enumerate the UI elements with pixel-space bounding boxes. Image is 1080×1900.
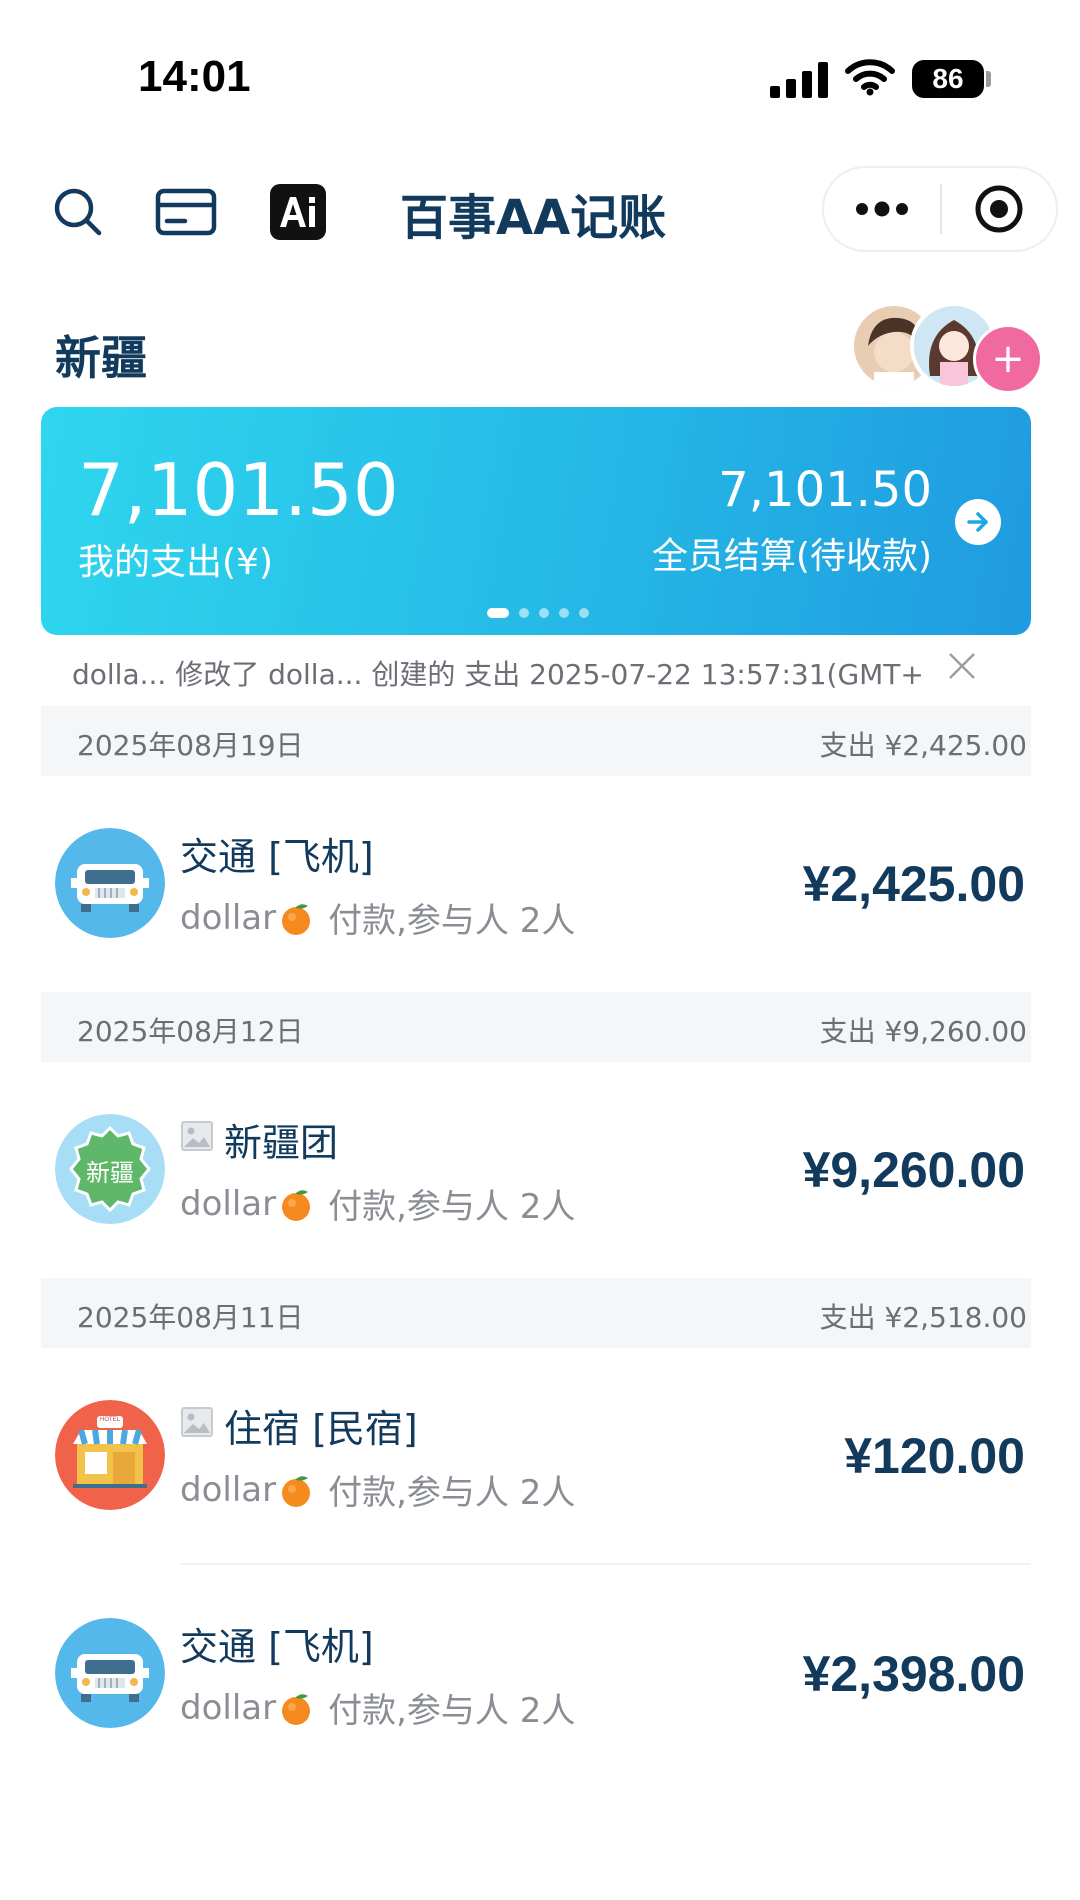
expense-subtitle: dollar 付款,参与人 2人	[180, 893, 575, 942]
expense-amount: ¥120.00	[844, 1428, 1025, 1484]
image-icon	[180, 1404, 214, 1448]
card-pagination	[487, 608, 589, 618]
status-time: 14:01	[138, 52, 251, 101]
hotel-sign-label: HOTEL	[99, 1417, 120, 1423]
payment-detail: 付款,参与人 2人	[328, 1691, 576, 1731]
payer-name: dollar	[180, 1469, 277, 1510]
page-dot-active	[487, 608, 509, 618]
orange-emoji-icon	[278, 900, 314, 936]
my-expense-label: 我的支出(¥)	[78, 542, 273, 583]
add-member-button[interactable]: +	[973, 324, 1043, 394]
expense-title-text: 新疆团	[224, 1121, 339, 1165]
more-icon[interactable]	[852, 196, 912, 222]
settlement-amount: 7,101.50	[718, 462, 932, 518]
orange-emoji-icon	[278, 1472, 314, 1508]
image-icon	[180, 1118, 214, 1162]
capsule-divider	[940, 184, 942, 234]
page-title: 百事AA记账	[400, 190, 667, 246]
card-icon[interactable]	[155, 188, 217, 236]
date-label: 2025年08月11日	[77, 1301, 304, 1334]
payment-detail: 付款,参与人 2人	[328, 1473, 576, 1513]
date-total: 支出 ¥2,518.00	[819, 1301, 1027, 1334]
expense-title[interactable]: 交通 [飞机]	[180, 826, 374, 881]
expense-subtitle: dollar 付款,参与人 2人	[180, 1465, 575, 1514]
page-dot	[539, 608, 549, 618]
page-dot	[559, 608, 569, 618]
expense-title[interactable]: 住宿 [民宿]	[180, 1398, 418, 1453]
expense-subtitle: dollar 付款,参与人 2人	[180, 1179, 575, 1228]
expense-amount: ¥9,260.00	[802, 1142, 1025, 1198]
payer-name: dollar	[180, 1687, 277, 1728]
search-icon[interactable]	[52, 186, 104, 238]
arrow-right-icon[interactable]	[955, 499, 1001, 545]
expense-title-text: 交通 [飞机]	[180, 1625, 374, 1669]
expense-title-text: 住宿 [民宿]	[224, 1407, 418, 1451]
my-expense-amount: 7,101.50	[78, 448, 399, 532]
expense-title-text: 交通 [飞机]	[180, 835, 374, 879]
car-icon	[55, 1618, 165, 1728]
row-divider	[180, 1563, 1031, 1565]
expense-title[interactable]: 新疆团	[180, 1112, 338, 1167]
activity-notice[interactable]: dolla... 修改了 dolla... 创建的 支出 2025-07-22 …	[72, 653, 942, 693]
close-icon[interactable]	[946, 650, 978, 686]
battery-tip	[986, 71, 991, 87]
wifi-icon	[845, 58, 895, 100]
expense-subtitle: dollar 付款,参与人 2人	[180, 1683, 575, 1732]
payer-name: dollar	[180, 1183, 277, 1224]
expense-amount: ¥2,398.00	[802, 1646, 1025, 1702]
badge-label: 新疆	[86, 1159, 134, 1187]
group-name[interactable]: 新疆	[55, 322, 147, 388]
payment-detail: 付款,参与人 2人	[328, 1187, 576, 1227]
payer-name: dollar	[180, 897, 277, 938]
battery-indicator: 86	[912, 60, 984, 98]
date-total: 支出 ¥9,260.00	[819, 1015, 1027, 1048]
payment-detail: 付款,参与人 2人	[328, 901, 576, 941]
orange-emoji-icon	[278, 1690, 314, 1726]
expense-title[interactable]: 交通 [飞机]	[180, 1616, 374, 1671]
date-label: 2025年08月19日	[77, 729, 304, 762]
page-dot	[579, 608, 589, 618]
date-total: 支出 ¥2,425.00	[819, 729, 1027, 762]
orange-emoji-icon	[278, 1186, 314, 1222]
close-target-icon[interactable]	[973, 183, 1025, 235]
car-icon	[55, 828, 165, 938]
settlement-label: 全员结算(待收款)	[651, 536, 932, 577]
date-label: 2025年08月12日	[77, 1015, 304, 1048]
ai-icon[interactable]	[270, 184, 326, 240]
expense-amount: ¥2,425.00	[802, 856, 1025, 912]
cellular-signal-icon	[770, 62, 828, 98]
page-dot	[519, 608, 529, 618]
